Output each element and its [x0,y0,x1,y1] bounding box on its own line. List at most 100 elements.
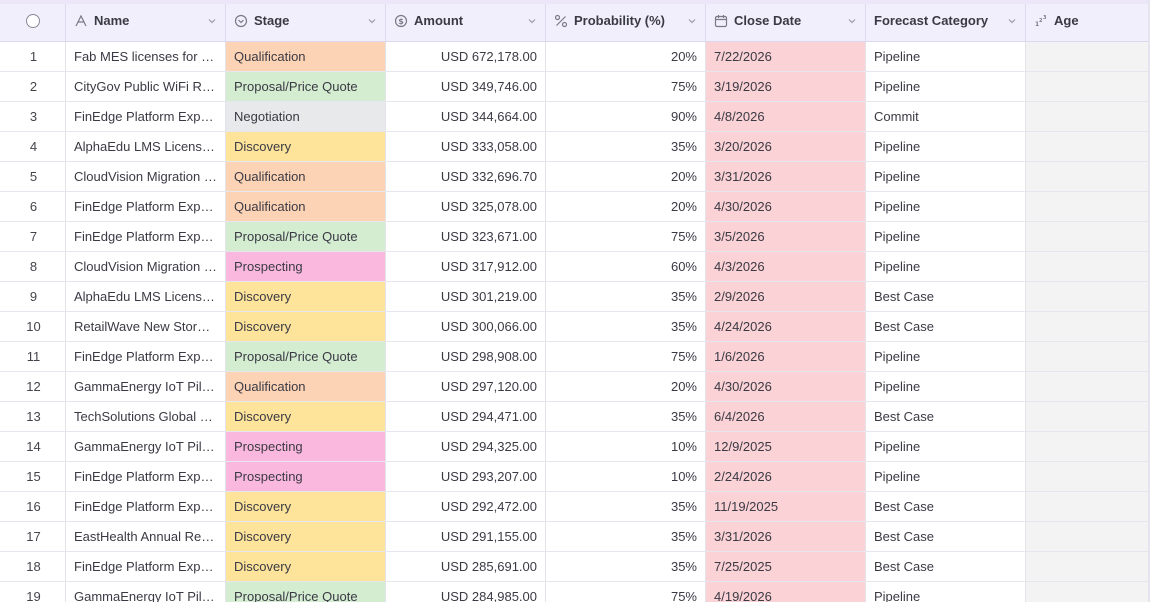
close-date-cell[interactable]: 3/31/2026 [706,162,866,191]
age-cell[interactable] [1026,132,1150,161]
close-date-cell[interactable]: 4/3/2026 [706,252,866,281]
forecast-category-cell[interactable]: Pipeline [866,252,1026,281]
amount-cell[interactable]: USD 292,472.00 [386,492,546,521]
amount-cell[interactable]: USD 672,178.00 [386,42,546,71]
close-date-cell[interactable]: 7/25/2025 [706,552,866,581]
table-row[interactable]: 12 GammaEnergy IoT Pilo… Qualification USD … [0,372,1150,402]
name-cell[interactable]: GammaEnergy IoT Pilo… [66,432,226,461]
probability-cell[interactable]: 75% [546,342,706,371]
probability-cell[interactable]: 60% [546,252,706,281]
column-header-probability[interactable]: Probability (%) [546,0,706,41]
name-cell[interactable]: FinEdge Platform Expa… [66,192,226,221]
table-row[interactable]: 3 FinEdge Platform Expa… Negotiation USD 34… [0,102,1150,132]
name-cell[interactable]: GammaEnergy IoT Pilo… [66,582,226,602]
amount-cell[interactable]: USD 293,207.00 [386,462,546,491]
stage-cell[interactable]: Proposal/Price Quote [226,342,386,371]
forecast-category-cell[interactable]: Pipeline [866,192,1026,221]
chevron-down-icon[interactable] [207,16,217,26]
amount-cell[interactable]: USD 333,058.00 [386,132,546,161]
forecast-category-cell[interactable]: Pipeline [866,222,1026,251]
probability-cell[interactable]: 35% [546,492,706,521]
table-row[interactable]: 18 FinEdge Platform Expa… Discovery USD 285… [0,552,1150,582]
age-cell[interactable] [1026,522,1150,551]
table-row[interactable]: 17 EastHealth Annual Ren… Discovery USD 291… [0,522,1150,552]
close-date-cell[interactable]: 7/22/2026 [706,42,866,71]
amount-cell[interactable]: USD 323,671.00 [386,222,546,251]
forecast-category-cell[interactable]: Pipeline [866,462,1026,491]
age-cell[interactable] [1026,402,1150,431]
probability-cell[interactable]: 10% [546,462,706,491]
chevron-down-icon[interactable] [367,16,377,26]
close-date-cell[interactable]: 3/31/2026 [706,522,866,551]
age-cell[interactable] [1026,342,1150,371]
chevron-down-icon[interactable] [847,16,857,26]
table-row[interactable]: 1 Fab MES licenses for M… Qualification USD… [0,42,1150,72]
close-date-cell[interactable]: 4/30/2026 [706,372,866,401]
close-date-cell[interactable]: 3/19/2026 [706,72,866,101]
stage-cell[interactable]: Qualification [226,42,386,71]
age-cell[interactable] [1026,312,1150,341]
probability-cell[interactable]: 75% [546,222,706,251]
probability-cell[interactable]: 75% [546,72,706,101]
name-cell[interactable]: Fab MES licenses for M… [66,42,226,71]
table-row[interactable]: 14 GammaEnergy IoT Pilo… Prospecting USD 29… [0,432,1150,462]
table-row[interactable]: 15 FinEdge Platform Expa… Prospecting USD 2… [0,462,1150,492]
close-date-cell[interactable]: 2/9/2026 [706,282,866,311]
amount-cell[interactable]: USD 317,912.00 [386,252,546,281]
chevron-down-icon[interactable] [687,16,697,26]
amount-cell[interactable]: USD 294,325.00 [386,432,546,461]
probability-cell[interactable]: 35% [546,312,706,341]
stage-cell[interactable]: Proposal/Price Quote [226,582,386,602]
stage-cell[interactable]: Qualification [226,192,386,221]
amount-cell[interactable]: USD 297,120.00 [386,372,546,401]
probability-cell[interactable]: 35% [546,552,706,581]
age-cell[interactable] [1026,282,1150,311]
table-row[interactable]: 19 GammaEnergy IoT Pilo… Proposal/Price Qu… [0,582,1150,602]
amount-cell[interactable]: USD 284,985.00 [386,582,546,602]
stage-cell[interactable]: Discovery [226,522,386,551]
close-date-cell[interactable]: 12/9/2025 [706,432,866,461]
stage-cell[interactable]: Prospecting [226,462,386,491]
amount-cell[interactable]: USD 301,219.00 [386,282,546,311]
amount-cell[interactable]: USD 300,066.00 [386,312,546,341]
stage-cell[interactable]: Proposal/Price Quote [226,72,386,101]
probability-cell[interactable]: 35% [546,402,706,431]
stage-cell[interactable]: Prospecting [226,432,386,461]
name-cell[interactable]: FinEdge Platform Expa… [66,462,226,491]
table-row[interactable]: 10 RetailWave New Store … Discovery USD 300… [0,312,1150,342]
forecast-category-cell[interactable]: Pipeline [866,372,1026,401]
stage-cell[interactable]: Discovery [226,552,386,581]
table-row[interactable]: 16 FinEdge Platform Expa… Discovery USD 292… [0,492,1150,522]
stage-cell[interactable]: Negotiation [226,102,386,131]
table-row[interactable]: 6 FinEdge Platform Expa… Qualification USD … [0,192,1150,222]
amount-cell[interactable]: USD 344,664.00 [386,102,546,131]
select-all-checkbox[interactable] [25,13,40,28]
stage-cell[interactable]: Discovery [226,402,386,431]
probability-cell[interactable]: 20% [546,162,706,191]
stage-cell[interactable]: Discovery [226,492,386,521]
table-row[interactable]: 11 FinEdge Platform Expa… Proposal/Price Q… [0,342,1150,372]
table-row[interactable]: 2 CityGov Public WiFi RF… Proposal/Price Q… [0,72,1150,102]
probability-cell[interactable]: 90% [546,102,706,131]
column-header-name[interactable]: Name [66,0,226,41]
name-cell[interactable]: CloudVision Migration … [66,252,226,281]
table-row[interactable]: 4 AlphaEdu LMS License … Discovery USD 333,… [0,132,1150,162]
forecast-category-cell[interactable]: Pipeline [866,72,1026,101]
close-date-cell[interactable]: 3/5/2026 [706,222,866,251]
age-cell[interactable] [1026,462,1150,491]
table-row[interactable]: 7 FinEdge Platform Expa… Proposal/Price Qu… [0,222,1150,252]
name-cell[interactable]: RetailWave New Store … [66,312,226,341]
forecast-category-cell[interactable]: Best Case [866,492,1026,521]
age-cell[interactable] [1026,102,1150,131]
amount-cell[interactable]: USD 349,746.00 [386,72,546,101]
amount-cell[interactable]: USD 291,155.00 [386,522,546,551]
column-header-stage[interactable]: Stage [226,0,386,41]
close-date-cell[interactable]: 3/20/2026 [706,132,866,161]
amount-cell[interactable]: USD 325,078.00 [386,192,546,221]
stage-cell[interactable]: Proposal/Price Quote [226,222,386,251]
probability-cell[interactable]: 10% [546,432,706,461]
forecast-category-cell[interactable]: Best Case [866,402,1026,431]
name-cell[interactable]: CityGov Public WiFi RF… [66,72,226,101]
table-row[interactable]: 5 CloudVision Migration … Qualification USD… [0,162,1150,192]
column-header-age[interactable]: 123 Age [1026,0,1150,41]
